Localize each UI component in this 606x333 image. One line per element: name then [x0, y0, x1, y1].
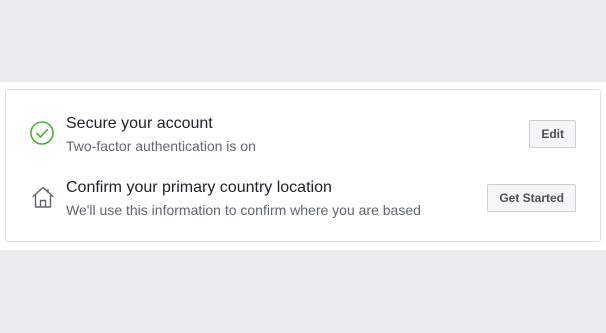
- row-title: Secure your account: [66, 115, 213, 132]
- security-row: Secure your account Two-factor authentic…: [6, 110, 600, 170]
- settings-card: Secure your account Two-factor authentic…: [5, 89, 601, 242]
- edit-button[interactable]: Edit: [529, 120, 576, 148]
- row-subtitle: We'll use this information to confirm wh…: [66, 202, 421, 218]
- row-title: Confirm your primary country location: [66, 179, 332, 196]
- get-started-button[interactable]: Get Started: [487, 184, 576, 212]
- country-location-row: Confirm your primary country location We…: [6, 174, 600, 234]
- check-circle-icon: [29, 120, 55, 146]
- home-icon: [30, 184, 56, 210]
- row-subtitle: Two-factor authentication is on: [66, 138, 256, 154]
